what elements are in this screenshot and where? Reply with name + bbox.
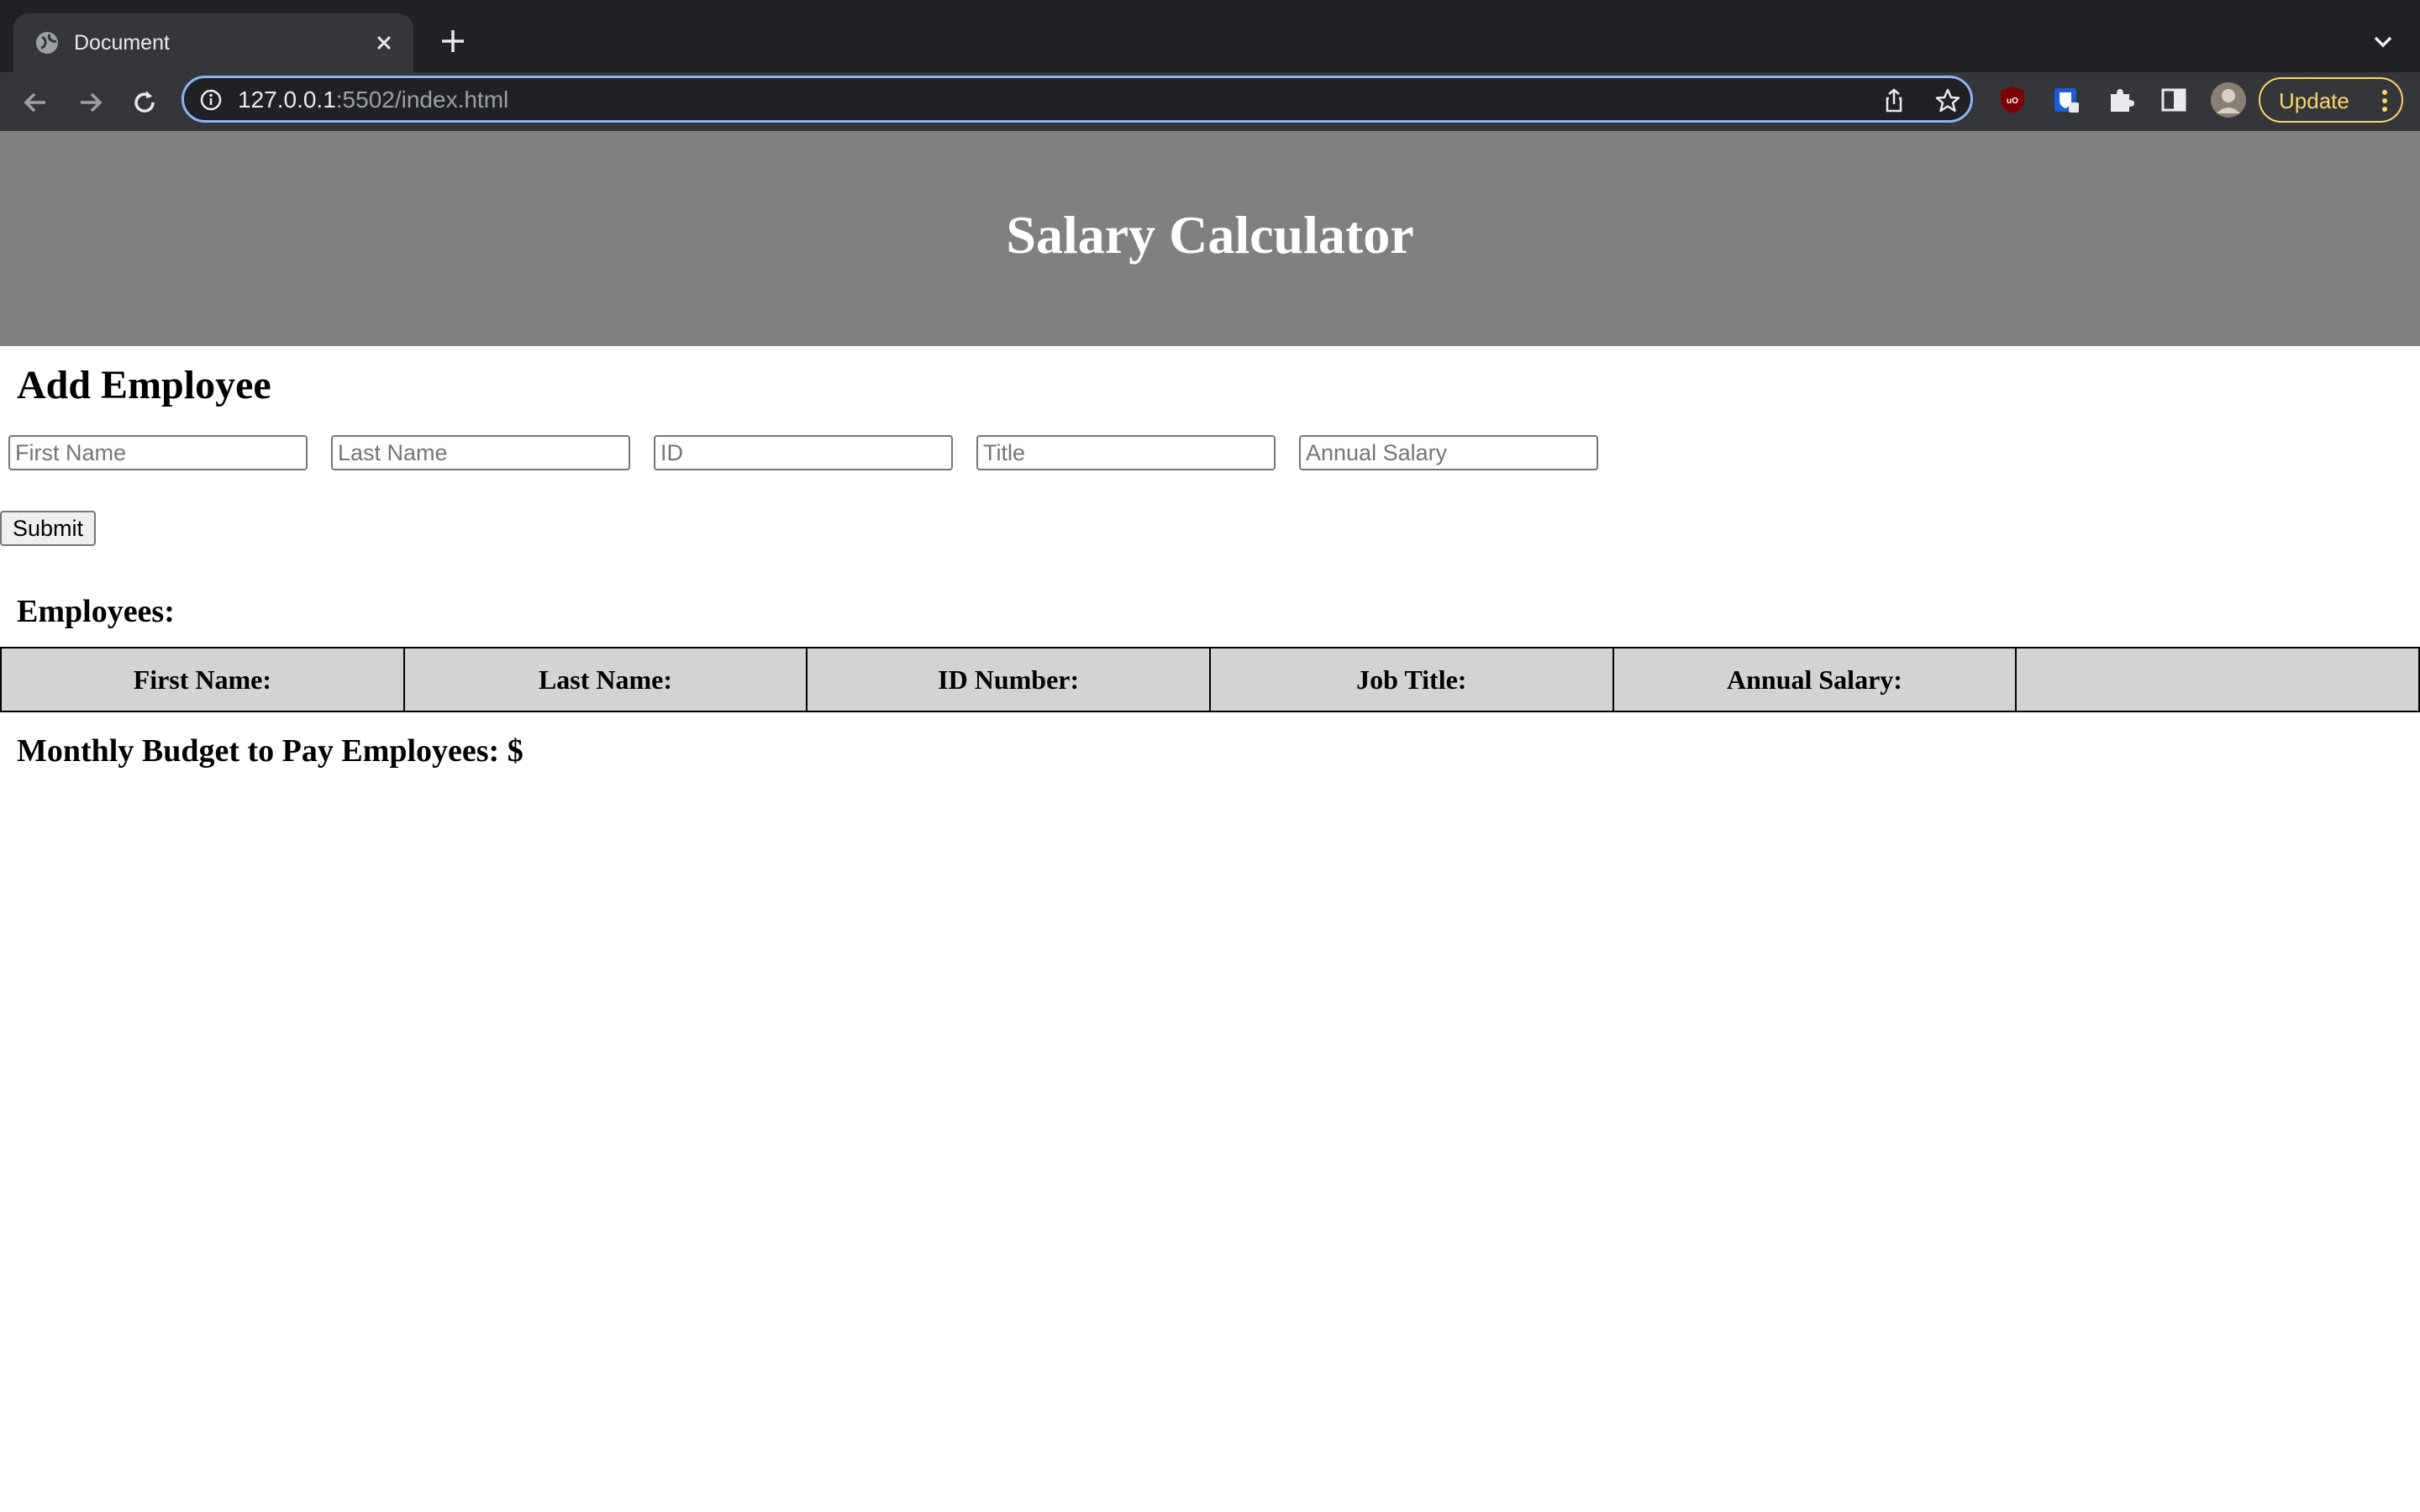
puzzle-icon[interactable]: [2104, 84, 2136, 116]
browser-tab[interactable]: Document: [13, 13, 413, 72]
url-path: :5502/index.html: [335, 87, 509, 113]
globe-icon: [36, 32, 58, 54]
id-input[interactable]: [654, 435, 953, 470]
side-panel-icon[interactable]: [2158, 84, 2190, 116]
header-first-name: First Name:: [0, 647, 405, 712]
ublock-icon[interactable]: uO: [1996, 84, 2028, 116]
share-icon[interactable]: [1880, 87, 1908, 115]
forward-arrow-icon[interactable]: [72, 84, 109, 121]
chevron-down-icon[interactable]: [2366, 27, 2400, 57]
url-host: 127.0.0.1: [238, 87, 336, 113]
header-job-title: Job Title:: [1208, 647, 1614, 712]
reload-icon[interactable]: [126, 84, 163, 121]
star-icon[interactable]: [1933, 87, 1962, 115]
update-label: Update: [2279, 88, 2349, 113]
tab-title: Document: [74, 31, 170, 55]
update-button[interactable]: Update: [2259, 77, 2403, 123]
table-header-row: First Name: Last Name: ID Number: Job Ti…: [0, 647, 2420, 712]
close-icon[interactable]: [370, 29, 398, 57]
back-arrow-icon[interactable]: [17, 84, 54, 121]
avatar[interactable]: [2210, 81, 2247, 118]
url-text[interactable]: 127.0.0.1:5502/index.html: [238, 87, 508, 113]
info-icon[interactable]: [199, 88, 223, 112]
page-title: Salary Calculator: [1006, 205, 1414, 265]
browser-tab-strip: Document: [0, 0, 2420, 72]
address-bar[interactable]: 127.0.0.1:5502/index.html: [182, 76, 1973, 123]
add-employee-heading: Add Employee: [17, 363, 271, 407]
submit-button[interactable]: Submit: [0, 511, 96, 546]
title-input[interactable]: [976, 435, 1276, 470]
plus-icon[interactable]: [437, 25, 469, 57]
bitwarden-icon[interactable]: [2050, 84, 2082, 116]
header-actions: [2015, 647, 2420, 712]
employees-heading: Employees:: [17, 594, 175, 629]
monthly-budget-label: Monthly Budget to Pay Employees: $: [17, 733, 523, 769]
more-vertical-icon: [2382, 90, 2387, 112]
employees-table: First Name: Last Name: ID Number: Job Ti…: [0, 647, 2420, 712]
header-annual-salary: Annual Salary:: [1612, 647, 2018, 712]
header-last-name: Last Name:: [402, 647, 808, 712]
svg-text:uO: uO: [2007, 97, 2018, 106]
header-id-number: ID Number:: [806, 647, 1211, 712]
last-name-input[interactable]: [331, 435, 630, 470]
first-name-input[interactable]: [8, 435, 308, 470]
annual-salary-input[interactable]: [1299, 435, 1598, 470]
